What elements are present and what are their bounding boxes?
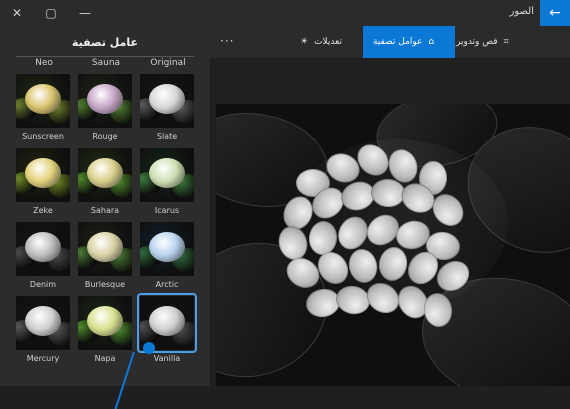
filters-button[interactable]: عوامل تصفية ⌂ [363,26,455,58]
thumbnail-flower [25,306,61,336]
filter-label-burlesque: Burlesque [84,280,126,289]
filters-panel: عامل تصفية Neo Sauna Original Sunscreen R… [0,26,210,409]
crop-icon: ⌗ [503,37,509,47]
filter-thumbnail-denim[interactable] [16,222,70,276]
thumbnail-flower [25,232,61,262]
filter-label-arctic: Arctic [155,280,179,289]
filter-thumbnail-mercury[interactable] [16,296,70,350]
callout-marker [143,342,155,354]
thumbnail-flower [87,306,123,336]
filter-thumbnail-rouge[interactable] [78,74,132,128]
filter-col-sauna: Sauna [91,58,121,68]
filter-label-denim: Denim [29,280,57,289]
filter-col-neo: Neo [35,58,53,68]
filters-label: عوامل تصفية [373,37,423,47]
back-arrow-icon: ← [549,5,561,21]
more-button[interactable]: ··· [220,34,234,48]
thumbnail-flower [149,84,185,114]
filter-thumbnail-arctic[interactable] [140,222,194,276]
filter-label-icarus: Icarus [154,206,180,215]
maximize-window-button[interactable]: ▢ [34,0,68,26]
thumbnail-flower [149,232,185,262]
filter-col-original: Original [150,58,186,68]
adjustments-label: تعديلات [314,37,342,47]
back-button[interactable]: ← [540,0,570,26]
thumbnail-flower [149,306,185,336]
filter-icon: ⌂ [428,37,435,47]
filter-column-headers: Neo Sauna Original [16,58,196,68]
filter-label-mercury: Mercury [26,354,60,363]
filter-thumbnail-napa[interactable] [78,296,132,350]
sun-icon: ☀ [300,37,309,47]
filter-label-zeke: Zeke [33,206,53,215]
filter-label-rouge: Rouge [92,132,118,141]
filter-label-slate: Slate [156,132,178,141]
close-window-button[interactable]: ✕ [0,0,34,26]
thumbnail-flower [25,158,61,188]
filter-label-sahara: Sahara [90,206,120,215]
crop-rotate-button[interactable]: قص وتدوير ⌗ [446,26,519,58]
thumbnail-flower [87,84,123,114]
filter-label-sunscreen: Sunscreen [22,132,64,141]
filters-panel-title: عامل تصفية [71,36,139,49]
editor-toolbar: ··· ☀ تعديلات عوامل تصفية ⌂ قص وتدوير ⌗ [210,26,570,58]
filter-thumbnail-sunscreen[interactable] [16,74,70,128]
minimize-window-button[interactable]: — [68,0,102,26]
title-bar: ✕ ▢ — الصور ← [0,0,570,26]
divider [16,56,194,57]
photo-canvas [216,104,570,386]
filter-thumbnail-slate[interactable] [140,74,194,128]
thumbnail-flower [25,84,61,114]
filter-thumbnail-sahara[interactable] [78,148,132,202]
filter-thumbnail-icarus[interactable] [140,148,194,202]
filter-thumbnail-zeke[interactable] [16,148,70,202]
adjustments-button[interactable]: ☀ تعديلات [290,26,352,58]
thumbnail-flower [87,232,123,262]
app-title: الصور [509,6,535,17]
filter-label-vanilla: Vanilla [153,354,181,363]
thumbnail-flower [149,158,185,188]
filter-thumbnail-burlesque[interactable] [78,222,132,276]
thumbnail-flower [87,158,123,188]
editor-main: ··· ☀ تعديلات عوامل تصفية ⌂ قص وتدوير ⌗ [210,26,570,386]
filter-label-napa: Napa [94,354,116,363]
crop-rotate-label: قص وتدوير [456,37,498,47]
